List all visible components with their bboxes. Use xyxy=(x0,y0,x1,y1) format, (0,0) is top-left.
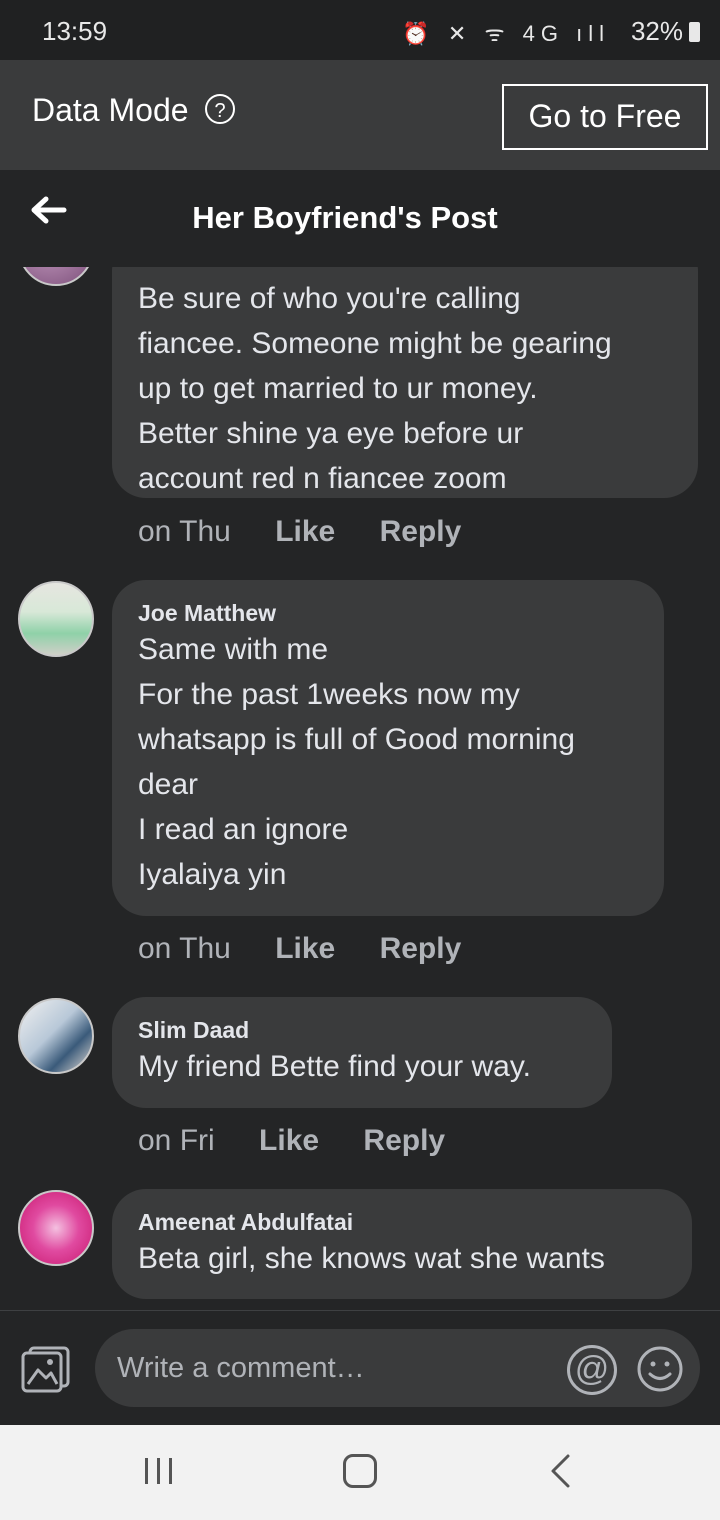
comments-list[interactable]: Be sure of who you're calling fiancee. S… xyxy=(0,267,720,1310)
help-icon[interactable]: ? xyxy=(205,94,235,124)
battery-indicator: 32% xyxy=(631,16,700,47)
comment-line: I read an ignore xyxy=(138,813,349,846)
battery-level: 32% xyxy=(630,16,683,46)
reply-button[interactable]: Reply xyxy=(380,515,462,548)
comment-line: Better shine ya eye before ur xyxy=(138,417,524,450)
comment-time: on Fri xyxy=(138,1124,215,1157)
reply-button[interactable]: Reply xyxy=(380,932,462,965)
avatar[interactable] xyxy=(18,267,94,286)
go-to-free-button[interactable]: Go to Free xyxy=(502,84,708,150)
emoji-icon[interactable] xyxy=(636,1345,684,1393)
comment-author[interactable]: Slim Daad xyxy=(138,1016,586,1044)
photo-icon[interactable] xyxy=(20,1344,72,1394)
like-button[interactable]: Like xyxy=(275,515,335,548)
comment-line: Be sure of who you're calling xyxy=(138,282,521,315)
comment-line: whatsapp is full of Good morning xyxy=(138,723,575,756)
at-icon[interactable]: @ xyxy=(567,1345,617,1395)
comment-line: Same with me xyxy=(138,633,329,666)
avatar[interactable] xyxy=(18,1190,94,1266)
home-icon[interactable] xyxy=(343,1454,377,1488)
comment-meta: on Thu Like Reply xyxy=(138,515,497,549)
avatar[interactable] xyxy=(18,998,94,1074)
data-mode-label: Data Mode xyxy=(32,92,189,128)
comment-time: on Thu xyxy=(138,515,231,548)
status-icons: ⏰ ✕ ᯤ 4G ıll xyxy=(402,21,610,46)
recent-apps-icon[interactable] xyxy=(142,1457,176,1485)
comment-bubble: Be sure of who you're calling fiancee. S… xyxy=(112,267,698,498)
comment-line: up to get married to ur money. xyxy=(138,372,538,405)
comment-line: account red n fiancee zoom xyxy=(138,462,507,495)
comment-line: My friend Bette find your way. xyxy=(138,1050,531,1083)
comment-line: For the past 1weeks now my xyxy=(138,678,520,711)
back-icon[interactable] xyxy=(548,1453,572,1489)
comment-bubble: Joe Matthew Same with me For the past 1w… xyxy=(112,580,664,916)
page-title: Her Boyfriend's Post xyxy=(192,200,498,235)
comment-time: on Thu xyxy=(138,932,231,965)
comment-meta: on Fri Like Reply xyxy=(138,1124,481,1158)
comment-line: fiancee. Someone might be gearing xyxy=(138,327,612,360)
reply-button[interactable]: Reply xyxy=(363,1124,445,1157)
comment-line: Iyalaiya yin xyxy=(138,858,287,891)
comment-meta: on Thu Like Reply xyxy=(138,932,497,966)
battery-icon xyxy=(689,22,700,42)
clock: 13:59 xyxy=(42,16,108,46)
comment-line: dear xyxy=(138,768,199,801)
status-bar: 13:59 ⏰ ✕ ᯤ 4G ıll 32% xyxy=(0,0,720,60)
comment-author[interactable]: Ameenat Abdulfatai xyxy=(138,1208,666,1236)
avatar[interactable] xyxy=(18,581,94,657)
like-button[interactable]: Like xyxy=(275,932,335,965)
comment-bubble: Slim Daad My friend Bette find your way. xyxy=(112,997,612,1108)
like-button[interactable]: Like xyxy=(259,1124,319,1157)
comment-bubble: Ameenat Abdulfatai Beta girl, she knows … xyxy=(112,1189,692,1299)
comment-author[interactable]: Joe Matthew xyxy=(138,599,638,627)
comment-line: Beta girl, she knows wat she wants xyxy=(138,1242,605,1275)
